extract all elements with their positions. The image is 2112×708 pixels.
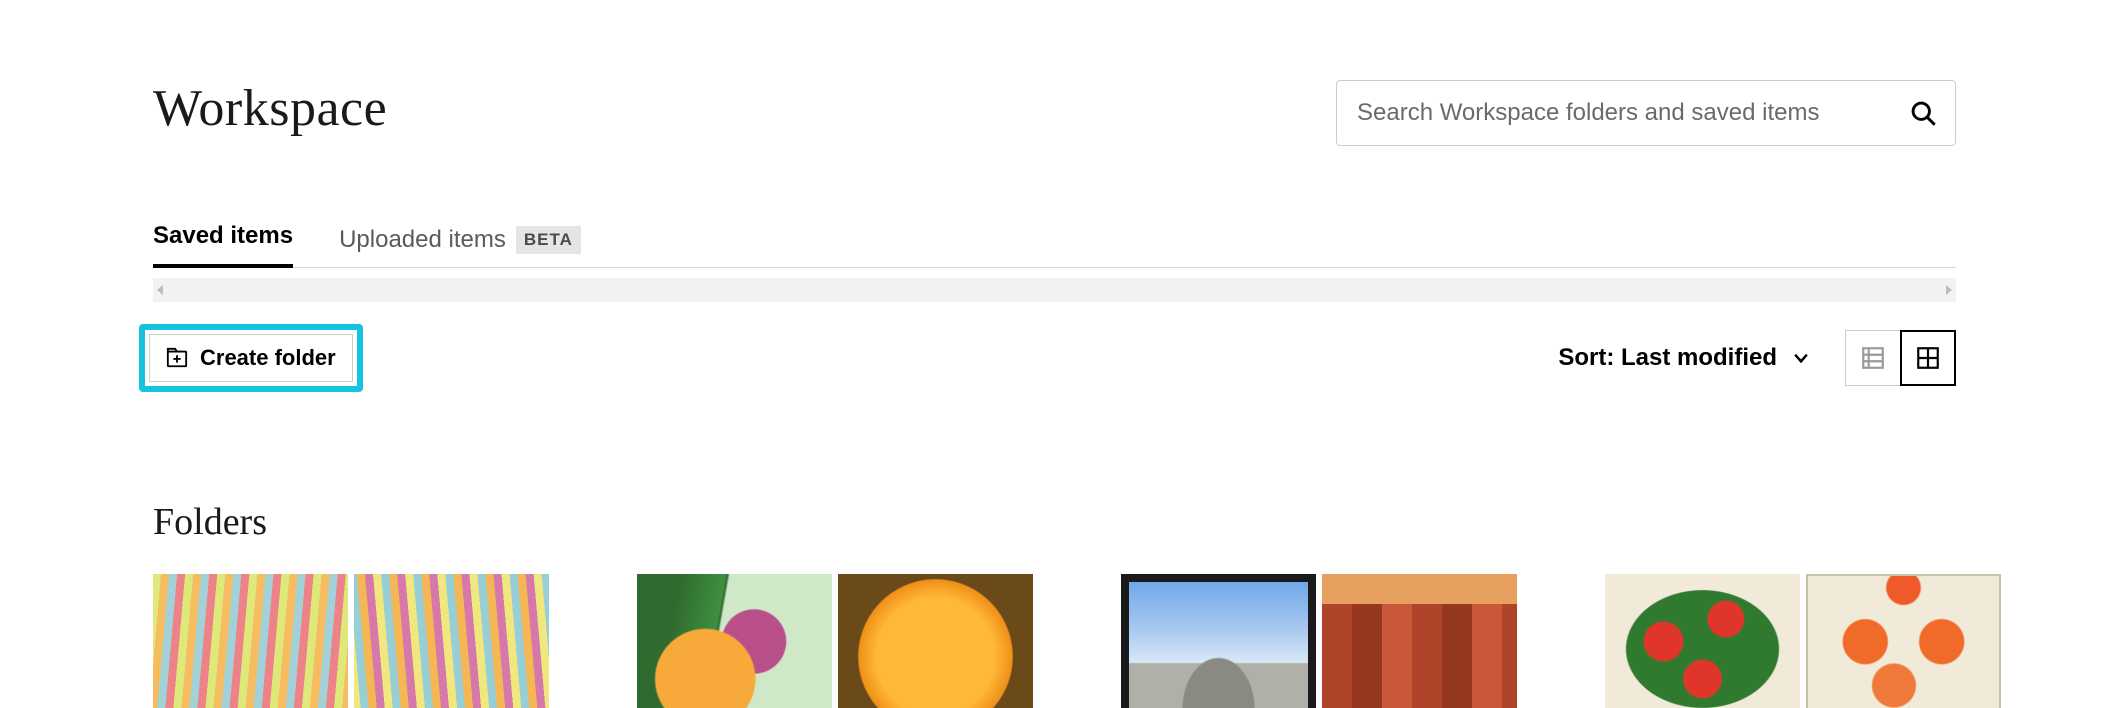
folder-card[interactable]: [1121, 574, 1517, 708]
horizontal-scrollbar[interactable]: [153, 278, 1956, 302]
view-toggle: [1845, 330, 1956, 386]
search-field-wrapper[interactable]: [1336, 80, 1956, 146]
folders-heading: Folders: [153, 500, 1956, 544]
tab-label: Uploaded items: [339, 226, 506, 254]
tab-uploaded-items[interactable]: Uploaded items BETA: [339, 226, 581, 268]
tab-label: Saved items: [153, 222, 293, 250]
list-view-icon: [1860, 345, 1886, 371]
folder-thumbnail: [1806, 574, 2001, 708]
search-input[interactable]: [1355, 98, 1899, 128]
folder-thumbnail: [838, 574, 1033, 708]
page-title: Workspace: [153, 80, 387, 137]
tab-saved-items[interactable]: Saved items: [153, 222, 293, 268]
folder-thumbnail: [153, 574, 348, 708]
create-folder-highlight: Create folder: [139, 324, 363, 392]
list-view-button[interactable]: [1845, 330, 1901, 386]
scroll-left-icon[interactable]: [157, 285, 165, 295]
sort-prefix: Sort:: [1558, 344, 1621, 371]
chevron-down-icon: [1791, 348, 1811, 368]
folder-card[interactable]: [637, 574, 1033, 708]
create-folder-label: Create folder: [200, 345, 336, 371]
folder-thumbnail: [1322, 574, 1517, 708]
create-folder-icon: [166, 347, 188, 369]
create-folder-button[interactable]: Create folder: [149, 334, 353, 382]
folder-thumbnail: [637, 574, 832, 708]
folder-thumbnail: [354, 574, 549, 708]
beta-badge: BETA: [516, 226, 581, 254]
folder-card[interactable]: [1605, 574, 2001, 708]
folders-grid: [153, 574, 1956, 708]
search-icon: [1909, 99, 1937, 127]
grid-view-icon: [1915, 345, 1941, 371]
scroll-right-icon[interactable]: [1944, 285, 1952, 295]
grid-view-button[interactable]: [1900, 330, 1956, 386]
folder-thumbnail: [1605, 574, 1800, 708]
sort-button[interactable]: Sort: Last modified: [1552, 343, 1817, 373]
tabs: Saved items Uploaded items BETA: [153, 222, 1956, 268]
folder-card[interactable]: [153, 574, 549, 708]
sort-value: Last modified: [1621, 344, 1777, 371]
folder-thumbnail: [1121, 574, 1316, 708]
